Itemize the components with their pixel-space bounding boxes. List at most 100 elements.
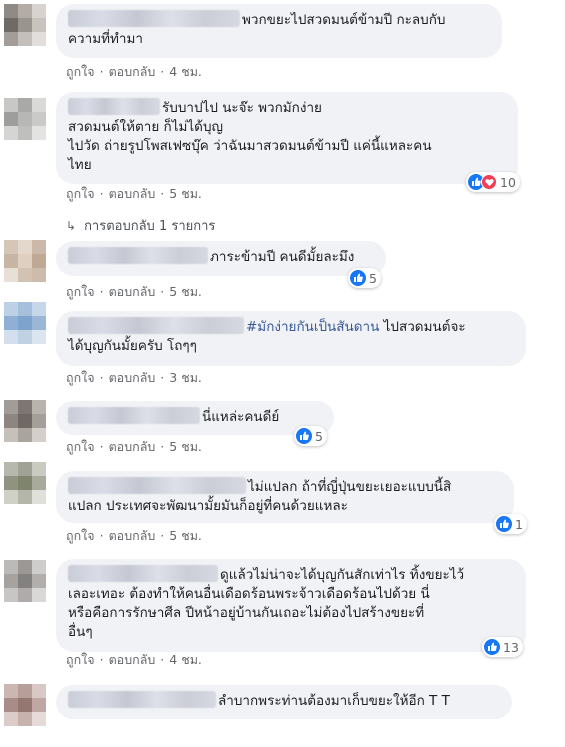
comment-text: นี่แหล่ะคนดีย์ — [202, 409, 280, 425]
like-link[interactable]: ถูกใจ — [66, 64, 95, 79]
timestamp[interactable]: 4 ชม. — [169, 652, 202, 667]
hashtag-link[interactable]: #มักง่ายกันเป็นสันดาน — [246, 319, 379, 335]
reaction-summary[interactable]: 10 — [466, 172, 520, 192]
separator-dot: · — [160, 64, 165, 79]
redacted-author-name[interactable] — [68, 247, 208, 264]
comment-actions: ถูกใจ · ตอบกลับ · 5 ชม. — [66, 437, 202, 457]
redacted-author-name[interactable] — [68, 565, 218, 582]
comment-text: ลำบากพระท่านต้องมาเก็บขยะให้อีก T T — [218, 693, 450, 709]
reply-link[interactable]: ตอบกลับ — [109, 439, 156, 454]
view-replies-link[interactable]: ↳ การตอบกลับ 1 รายการ — [66, 215, 215, 236]
comment-text: หรือคือการรักษาศีล ปีหน้าอยู่บ้านกันเถอะ… — [68, 605, 425, 621]
replies-label: การตอบกลับ 1 รายการ — [84, 219, 216, 234]
comment-text: ภาระข้ามปี คนดีมั้ยละมึง — [210, 249, 355, 265]
like-link[interactable]: ถูกใจ — [66, 186, 95, 201]
avatar[interactable] — [4, 560, 46, 602]
comment-text: ไม่แปลก ถ้าที่ญี่ปุ่นขยะเยอะแบบนี้สิ — [248, 479, 452, 495]
like-reaction-icon — [484, 639, 500, 655]
avatar[interactable] — [4, 684, 46, 726]
reply-link[interactable]: ตอบกลับ — [109, 652, 156, 667]
separator-dot: · — [160, 370, 165, 385]
comment-actions: ถูกใจ · ตอบกลับ · 3 ชม. — [66, 368, 202, 388]
comment-text: เลอะเทอะ ต้องทำให้คนอื่นเดือดร้อนพระจ้าว… — [68, 586, 430, 602]
reaction-count: 5 — [369, 270, 377, 286]
comment-bubble: #มักง่ายกันเป็นสันดาน ไปสวดมนต์จะ ได้บุญ… — [56, 311, 526, 366]
love-reaction-icon — [481, 174, 497, 190]
comment-bubble: พวกขยะไปสวดมนต์ข้ามปี กะลบกับ ความที่ทำม… — [56, 4, 502, 58]
comment-actions: ถูกใจ · ตอบกลับ · 4 ชม. — [66, 62, 202, 82]
comment-text: ดูแล้วไม่น่าจะได้บุญกันสักเท่าไร ทิ้งขยะ… — [220, 567, 465, 583]
separator-dot: · — [99, 64, 104, 79]
avatar[interactable] — [4, 240, 46, 282]
like-link[interactable]: ถูกใจ — [66, 284, 95, 299]
separator-dot: · — [99, 186, 104, 201]
comment-text: รับบาปไป นะจ๊ะ พวกมักง่าย — [162, 100, 322, 116]
comment-text: ไทย — [68, 157, 92, 173]
comment-bubble: รับบาปไป นะจ๊ะ พวกมักง่าย สวดมนต์ให้ตาย … — [56, 92, 518, 184]
avatar[interactable] — [4, 400, 46, 442]
redacted-author-name[interactable] — [68, 98, 160, 115]
avatar[interactable] — [4, 302, 46, 344]
redacted-author-name[interactable] — [68, 691, 216, 708]
separator-dot: · — [160, 652, 165, 667]
comment-text: แปลก ประเทศจะพัฒนามั้ยมันก็อยู่ที่คนด้วย… — [68, 498, 348, 514]
comment-text: ไปสวดมนต์จะ — [379, 319, 466, 335]
comment-actions: ถูกใจ · ตอบกลับ · 4 ชม. — [66, 650, 202, 670]
comment-bubble: ไม่แปลก ถ้าที่ญี่ปุ่นขยะเยอะแบบนี้สิ แปล… — [56, 471, 514, 523]
comment-text: ไปวัด ถ่ายรูปโพสเฟซบุ๊ค ว่าฉันมาสวดมนต์ข… — [68, 138, 432, 154]
reaction-summary[interactable]: 5 — [294, 426, 327, 446]
comment-text: ได้บุญกันมั้ยครับ โถๆๆ — [68, 338, 197, 354]
redacted-author-name[interactable] — [68, 10, 240, 27]
reply-link[interactable]: ตอบกลับ — [109, 370, 156, 385]
reply-link[interactable]: ตอบกลับ — [109, 528, 156, 543]
like-link[interactable]: ถูกใจ — [66, 652, 95, 667]
reaction-summary[interactable]: 13 — [482, 637, 523, 657]
redacted-author-name[interactable] — [68, 477, 246, 494]
timestamp[interactable]: 4 ชม. — [169, 64, 202, 79]
separator-dot: · — [99, 370, 104, 385]
timestamp[interactable]: 5 ชม. — [169, 284, 202, 299]
like-reaction-icon — [350, 270, 366, 286]
comment-text: ความที่ทำมา — [68, 31, 143, 47]
like-link[interactable]: ถูกใจ — [66, 370, 95, 385]
avatar[interactable] — [4, 462, 46, 504]
like-link[interactable]: ถูกใจ — [66, 528, 95, 543]
separator-dot: · — [99, 439, 104, 454]
timestamp[interactable]: 3 ชม. — [169, 370, 202, 385]
reply-link[interactable]: ตอบกลับ — [109, 284, 156, 299]
comment-bubble: ดูแล้วไม่น่าจะได้บุญกันสักเท่าไร ทิ้งขยะ… — [56, 559, 526, 652]
timestamp[interactable]: 5 ชม. — [169, 439, 202, 454]
reaction-count: 10 — [500, 174, 516, 190]
comment-text: อื่นๆ — [68, 624, 93, 640]
comment-text: พวกขยะไปสวดมนต์ข้ามปี กะลบกับ — [242, 12, 446, 28]
reaction-count: 1 — [515, 516, 523, 532]
avatar[interactable] — [4, 98, 46, 140]
reply-arrow-icon: ↳ — [66, 219, 77, 233]
redacted-author-name[interactable] — [68, 407, 200, 424]
separator-dot: · — [99, 528, 104, 543]
comment-bubble: ลำบากพระท่านต้องมาเก็บขยะให้อีก T T — [56, 685, 512, 719]
like-link[interactable]: ถูกใจ — [66, 439, 95, 454]
reaction-summary[interactable]: 5 — [348, 268, 381, 288]
comment-bubble: ภาระข้ามปี คนดีมั้ยละมึง — [56, 241, 386, 276]
comment-actions: ถูกใจ · ตอบกลับ · 5 ชม. — [66, 282, 202, 302]
timestamp[interactable]: 5 ชม. — [169, 186, 202, 201]
avatar[interactable] — [4, 4, 46, 46]
separator-dot: · — [99, 652, 104, 667]
separator-dot: · — [160, 439, 165, 454]
separator-dot: · — [160, 528, 165, 543]
reply-link[interactable]: ตอบกลับ — [109, 64, 156, 79]
reaction-count: 5 — [315, 428, 323, 444]
reaction-summary[interactable]: 1 — [494, 514, 527, 534]
like-reaction-icon — [296, 428, 312, 444]
reaction-count: 13 — [503, 639, 519, 655]
redacted-author-name[interactable] — [68, 317, 244, 334]
comment-text: สวดมนต์ให้ตาย ก็ไม่ได้บุญ — [68, 119, 224, 135]
like-reaction-icon — [496, 516, 512, 532]
timestamp[interactable]: 5 ชม. — [169, 528, 202, 543]
separator-dot: · — [160, 186, 165, 201]
comment-bubble: นี่แหล่ะคนดีย์ — [56, 401, 334, 435]
reply-link[interactable]: ตอบกลับ — [109, 186, 156, 201]
separator-dot: · — [160, 284, 165, 299]
separator-dot: · — [99, 284, 104, 299]
